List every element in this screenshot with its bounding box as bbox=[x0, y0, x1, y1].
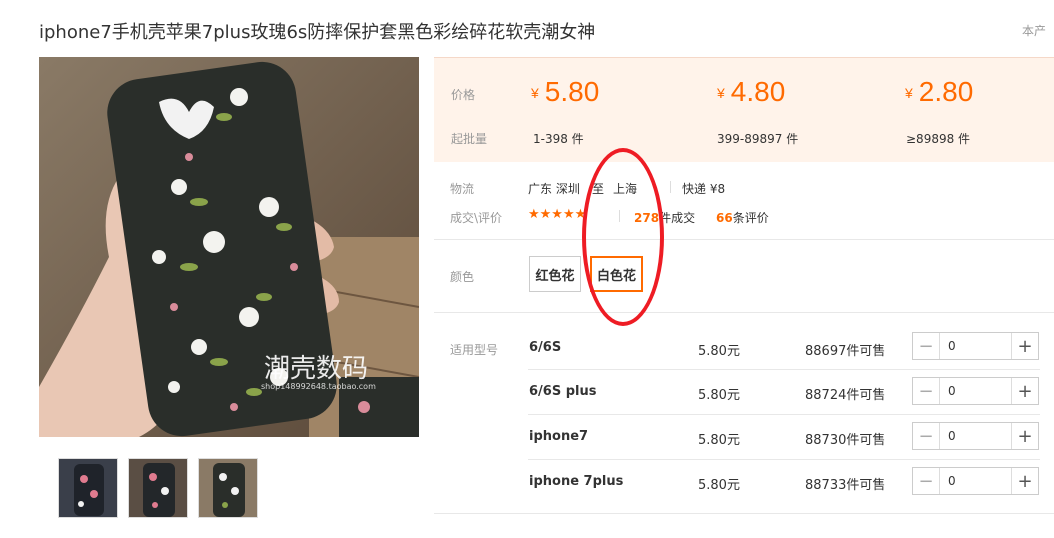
thumbnail-1[interactable] bbox=[58, 458, 118, 518]
annotation-ellipse bbox=[582, 148, 664, 326]
model-price: 5.80元 bbox=[698, 478, 740, 493]
star-rating-icon: ★★★★★ bbox=[528, 207, 587, 222]
minus-icon[interactable]: − bbox=[913, 378, 940, 404]
qty-tier-1: 1-398 件 bbox=[533, 132, 584, 146]
thumbnail-2[interactable] bbox=[128, 458, 188, 518]
main-product-image[interactable]: 潮壳数码 shop148992648.taobao.com bbox=[39, 57, 419, 437]
model-stock: 88733件可售 bbox=[805, 478, 886, 493]
model-stock: 88724件可售 bbox=[805, 388, 886, 403]
row-divider bbox=[528, 414, 1040, 415]
quantity-input[interactable]: 0 bbox=[940, 333, 1011, 359]
logistics-label: 物流 bbox=[450, 182, 475, 196]
deals-count[interactable]: 278件成交 bbox=[634, 209, 695, 226]
divider bbox=[670, 181, 671, 193]
svg-text:shop148992648.taobao.com: shop148992648.taobao.com bbox=[261, 382, 376, 391]
watermark-text: 潮壳数码 bbox=[264, 354, 368, 384]
qty-tier-3: ≥89898 件 bbox=[906, 132, 971, 146]
plus-icon[interactable]: + bbox=[1011, 378, 1038, 404]
model-name: iphone7 bbox=[529, 429, 589, 444]
section-divider bbox=[434, 513, 1054, 514]
quantity-stepper: − 0 + bbox=[912, 332, 1039, 360]
price-label: 价格 bbox=[451, 88, 476, 102]
section-divider bbox=[434, 239, 1054, 240]
model-label: 适用型号 bbox=[450, 343, 499, 357]
divider bbox=[619, 210, 620, 222]
reviews-label: 成交\评价 bbox=[450, 211, 503, 225]
top-right-link[interactable]: 本产 bbox=[1022, 22, 1046, 39]
section-divider bbox=[434, 312, 1054, 313]
price-tier-3: ¥2.80 bbox=[905, 76, 974, 107]
row-divider bbox=[528, 459, 1040, 460]
model-price: 5.80元 bbox=[698, 388, 740, 403]
model-price: 5.80元 bbox=[698, 433, 740, 448]
quantity-stepper: − 0 + bbox=[912, 467, 1039, 495]
model-stock: 88730件可售 bbox=[805, 433, 886, 448]
color-label: 颜色 bbox=[450, 270, 475, 284]
thumbnail-image bbox=[199, 459, 257, 517]
logistics-to-word: 至 bbox=[592, 182, 605, 196]
logistics-from: 广东 深圳 bbox=[528, 182, 580, 196]
quantity-stepper: − 0 + bbox=[912, 422, 1039, 450]
model-name: 6/6S plus bbox=[529, 384, 597, 399]
product-title: iphone7手机壳苹果7plus玫瑰6s防摔保护套黑色彩绘碎花软壳潮女神 bbox=[39, 22, 596, 43]
minus-icon[interactable]: − bbox=[913, 468, 940, 494]
row-divider bbox=[528, 369, 1040, 370]
minus-icon[interactable]: − bbox=[913, 333, 940, 359]
plus-icon[interactable]: + bbox=[1011, 423, 1038, 449]
price-tier-1: ¥5.80 bbox=[531, 76, 600, 107]
plus-icon[interactable]: + bbox=[1011, 468, 1038, 494]
minus-icon[interactable]: − bbox=[913, 423, 940, 449]
model-name: 6/6S bbox=[529, 340, 562, 355]
moq-label: 起批量 bbox=[451, 132, 488, 146]
quantity-input[interactable]: 0 bbox=[940, 468, 1011, 494]
quantity-input[interactable]: 0 bbox=[940, 378, 1011, 404]
thumbnail-3[interactable] bbox=[198, 458, 258, 518]
price-tier-2: ¥4.80 bbox=[717, 76, 786, 107]
shipping-fee: 快递 ¥8 bbox=[682, 182, 726, 196]
review-count[interactable]: 66条评价 bbox=[716, 209, 769, 226]
logistics-destination[interactable]: 上海 bbox=[613, 180, 637, 197]
quantity-stepper: − 0 + bbox=[912, 377, 1039, 405]
plus-icon[interactable]: + bbox=[1011, 333, 1038, 359]
color-option-red-flower[interactable]: 红色花 bbox=[529, 256, 581, 292]
quantity-input[interactable]: 0 bbox=[940, 423, 1011, 449]
model-stock: 88697件可售 bbox=[805, 344, 886, 359]
qty-tier-2: 399-89897 件 bbox=[717, 132, 799, 146]
thumbnail-image bbox=[59, 459, 117, 517]
model-name: iphone 7plus bbox=[529, 474, 624, 489]
color-option-white-flower[interactable]: 白色花 bbox=[590, 256, 643, 292]
product-photo: 潮壳数码 shop148992648.taobao.com bbox=[39, 57, 419, 437]
thumbnail-image bbox=[129, 459, 187, 517]
model-price: 5.80元 bbox=[698, 344, 740, 359]
